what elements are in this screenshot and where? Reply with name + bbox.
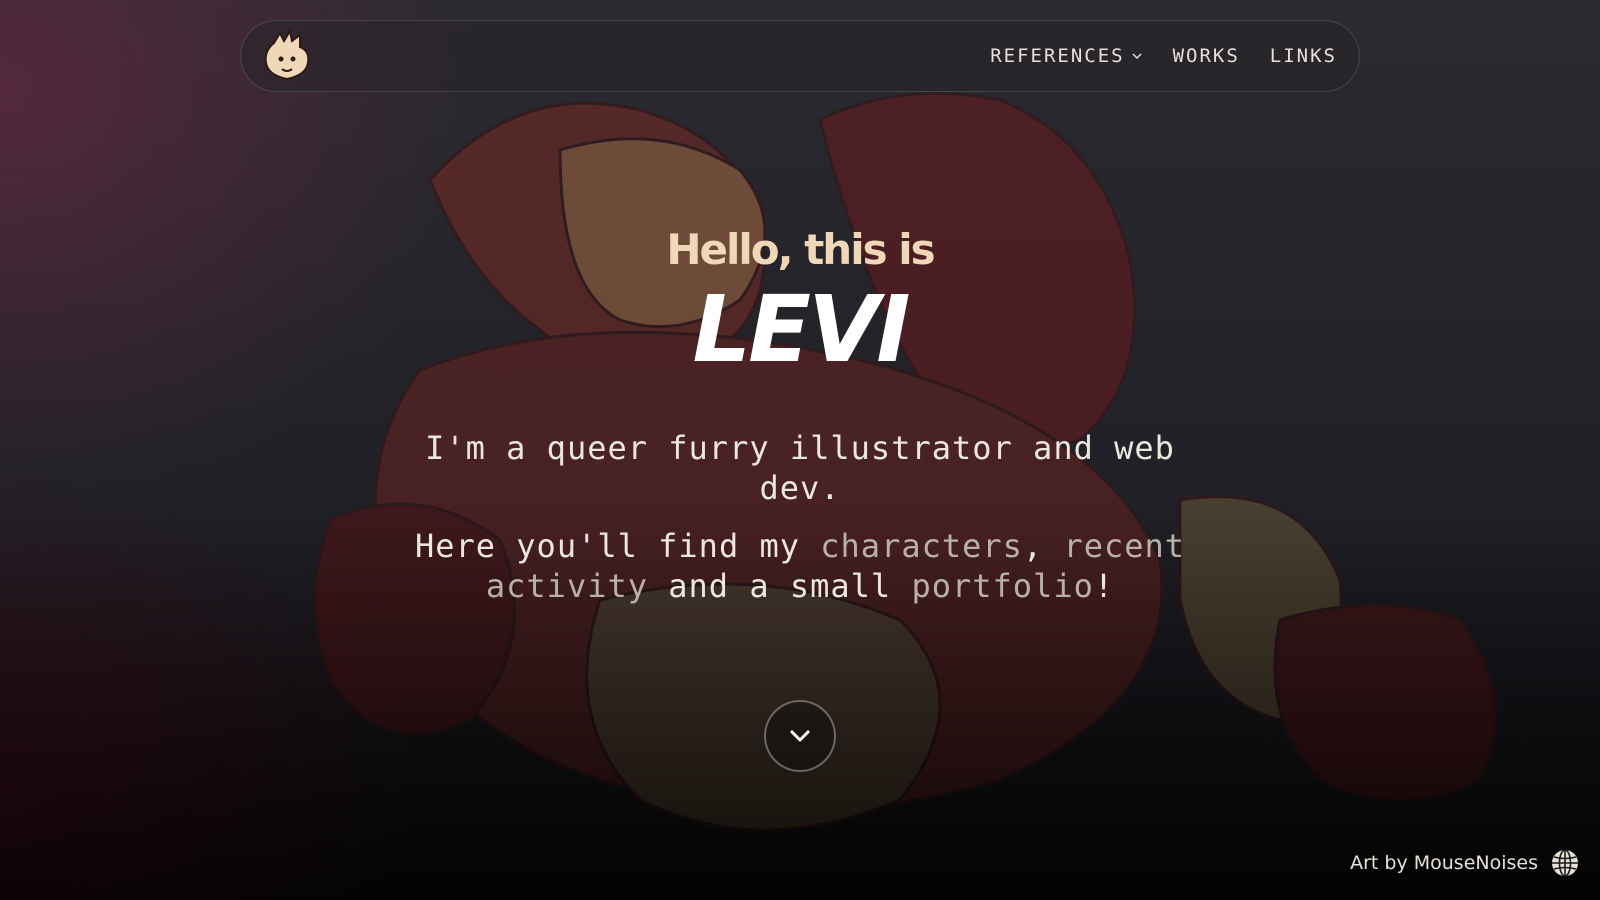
tagline: I'm a queer furry illustrator and web de… (425, 429, 1175, 507)
scroll-down-button[interactable] (764, 700, 836, 772)
characters-link[interactable]: characters (820, 527, 1023, 565)
nav-links: REFERENCES WORKS LINKS (990, 45, 1337, 67)
nav-links-item[interactable]: LINKS (1270, 45, 1337, 67)
intro-end: ! (1093, 567, 1115, 605)
intro-text: Here you'll find my characters, recent a… (380, 526, 1220, 606)
greeting: Hello, this is (666, 225, 935, 274)
globe-icon (1552, 849, 1578, 877)
nav-references[interactable]: REFERENCES (990, 45, 1142, 67)
top-navbar: REFERENCES WORKS LINKS (240, 20, 1360, 92)
chevron-down-icon (790, 730, 810, 742)
art-credit-text: Art by MouseNoises (1350, 852, 1538, 874)
nav-references-label: REFERENCES (990, 45, 1125, 67)
nav-works-label: WORKS (1172, 45, 1240, 67)
fox-head-logo-icon[interactable] (259, 28, 315, 84)
nav-links-label: LINKS (1269, 45, 1337, 67)
hero-section: Hello, this is LEVI I'm a queer furry il… (0, 225, 1600, 606)
art-credit-link[interactable]: Art by MouseNoises (1350, 848, 1580, 878)
portfolio-link[interactable]: portfolio (911, 567, 1093, 605)
intro-comma: , (1022, 527, 1064, 565)
chevron-down-icon (1132, 53, 1142, 60)
hero-name: LEVI (692, 276, 911, 383)
intro-middle: and a small (648, 567, 912, 605)
page: REFERENCES WORKS LINKS Hello, this is LE… (0, 0, 1600, 900)
intro-before: Here you'll find my (414, 527, 821, 565)
nav-works[interactable]: WORKS (1173, 45, 1240, 67)
